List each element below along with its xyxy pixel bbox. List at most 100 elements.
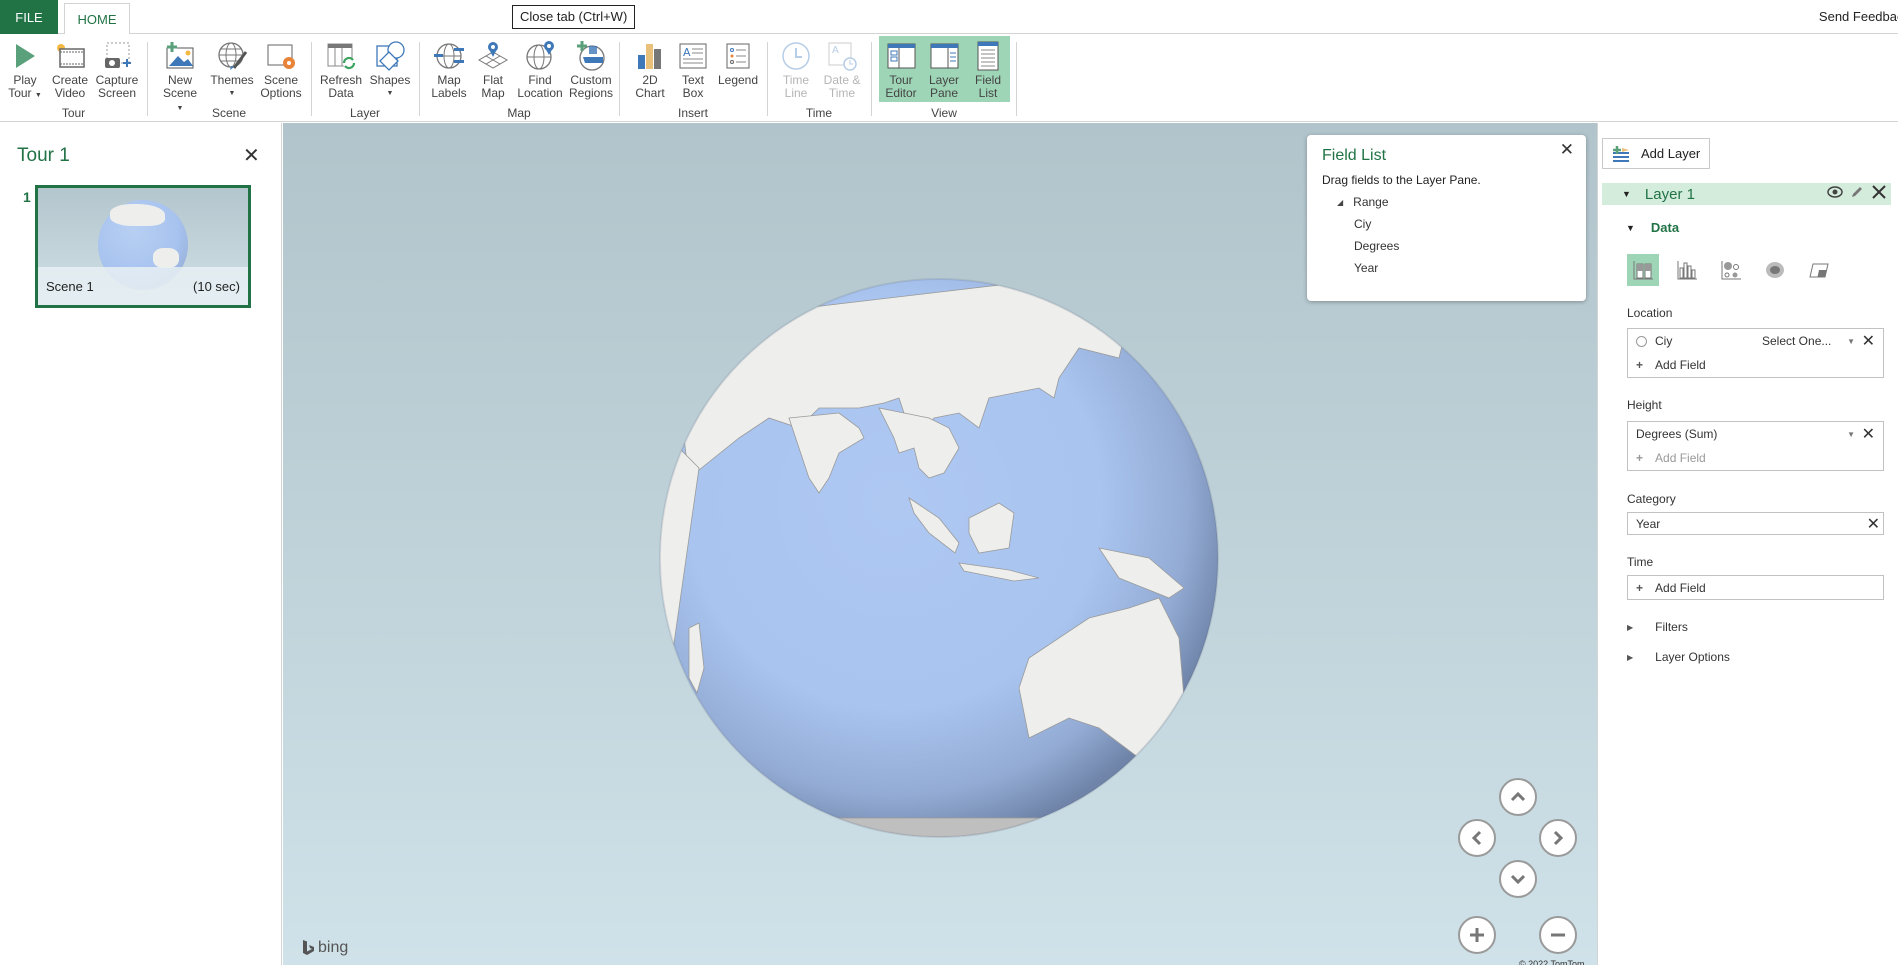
delete-layer-icon[interactable]: [1871, 185, 1887, 202]
find-location-button[interactable]: Find Location: [515, 37, 565, 100]
create-video-button[interactable]: Create Video: [50, 37, 90, 100]
shapes-icon: [373, 39, 407, 73]
button-label: Shapes: [369, 73, 411, 87]
group-label-view: View: [931, 106, 957, 120]
text-box-button[interactable]: A Text Box: [675, 37, 711, 100]
height-field-name: Degrees (Sum): [1636, 427, 1718, 441]
tour-editor-button[interactable]: Tour Editor: [880, 37, 922, 100]
scene-land-preview: [110, 204, 165, 226]
clustered-column-button[interactable]: [1671, 254, 1703, 286]
play-tour-button[interactable]: Play Tour ▼: [5, 37, 45, 102]
add-layer-button[interactable]: Add Layer: [1602, 138, 1710, 169]
collapse-triangle-icon: ▼: [1626, 222, 1635, 233]
antarctica-landmass: [798, 817, 1080, 837]
bubble-button[interactable]: [1715, 254, 1747, 286]
bing-label: bing: [318, 939, 349, 956]
time-line-button[interactable]: Time Line: [776, 37, 816, 100]
new-scene-button[interactable]: New Scene ▼: [158, 37, 202, 115]
group-divider: [1016, 42, 1017, 116]
close-field-list-icon[interactable]: ✕: [1560, 140, 1574, 160]
layer-pane-icon: [927, 39, 961, 73]
location-field-row[interactable]: Ciy Select One... ▼ ✕: [1628, 329, 1883, 353]
button-label: Box: [682, 86, 704, 100]
group-divider: [619, 42, 620, 116]
capture-screen-button[interactable]: Capture Screen: [94, 37, 140, 100]
add-field-row[interactable]: + Add Field: [1628, 576, 1883, 599]
send-feedback-link[interactable]: Send Feedback: [1819, 9, 1898, 24]
dropdown-caret-icon[interactable]: ▼: [1847, 337, 1855, 346]
tour-title: Tour 1: [17, 145, 70, 166]
height-field-row[interactable]: Degrees (Sum) ▼ ✕: [1628, 422, 1883, 446]
pencil-icon[interactable]: [1849, 185, 1865, 202]
refresh-icon: [324, 39, 358, 73]
zoom-in-button[interactable]: [1458, 916, 1496, 954]
scene-thumbnail[interactable]: Scene 1 (10 sec): [35, 185, 251, 308]
date-time-button[interactable]: A Date & Time: [820, 37, 864, 100]
ribbon: Play Tour ▼ Create Video Capture Screen …: [0, 34, 1898, 122]
button-label: List: [978, 86, 998, 100]
category-well[interactable]: Year ✕: [1627, 512, 1884, 535]
pan-right-button[interactable]: [1539, 819, 1577, 857]
bing-attribution: bing: [301, 939, 348, 957]
expand-triangle-icon: ▶: [1627, 652, 1634, 662]
region-button[interactable]: [1803, 254, 1835, 286]
map-labels-button[interactable]: Map Labels: [428, 37, 470, 100]
custom-regions-button[interactable]: Custom Regions: [567, 37, 615, 100]
close-tour-pane-icon[interactable]: ✕: [243, 143, 260, 168]
collapse-triangle-icon[interactable]: ▼: [1622, 189, 1631, 199]
button-label: Options: [260, 86, 302, 100]
scene-name: Scene 1: [46, 278, 94, 294]
category-field-row[interactable]: Year ✕: [1628, 513, 1883, 534]
remove-field-icon[interactable]: ✕: [1862, 331, 1875, 351]
globe[interactable]: [659, 278, 1219, 838]
filters-section[interactable]: ▶ Filters: [1627, 620, 1688, 634]
field-list-icon: [971, 39, 1005, 73]
add-field-row[interactable]: + Add Field: [1628, 353, 1883, 377]
tab-home[interactable]: HOME: [64, 3, 130, 35]
bar-chart-icon: [633, 39, 667, 73]
height-label: Height: [1627, 398, 1662, 412]
dropdown-caret-icon[interactable]: ▼: [1847, 430, 1855, 439]
field-list-table[interactable]: ◢ Range: [1337, 195, 1389, 209]
geography-type-select[interactable]: Select One...: [1762, 334, 1831, 348]
time-well[interactable]: + Add Field: [1627, 575, 1884, 600]
refresh-data-button[interactable]: Refresh Data: [318, 37, 364, 100]
layer-header[interactable]: ▼ Layer 1: [1602, 183, 1891, 205]
chevron-up-icon: [1510, 792, 1526, 802]
shapes-button[interactable]: Shapes ▼: [368, 37, 412, 100]
heat-map-button[interactable]: [1759, 254, 1791, 286]
pan-left-button[interactable]: [1458, 819, 1496, 857]
zoom-out-button[interactable]: [1539, 916, 1577, 954]
scene-options-button[interactable]: Scene Options: [258, 37, 304, 100]
remove-field-icon[interactable]: ✕: [1867, 514, 1880, 534]
2d-chart-button[interactable]: 2D Chart: [630, 37, 670, 100]
plus-icon: +: [1636, 580, 1644, 595]
region-icon: [1809, 263, 1829, 278]
eye-icon[interactable]: [1827, 185, 1843, 202]
pan-down-button[interactable]: [1499, 860, 1537, 898]
field-item[interactable]: Year: [1354, 261, 1378, 275]
legend-button[interactable]: Legend: [716, 37, 760, 87]
layer-pane-button[interactable]: Layer Pane: [924, 37, 964, 100]
button-label: Labels: [431, 86, 467, 100]
add-field-row[interactable]: + Add Field: [1628, 446, 1883, 470]
themes-button[interactable]: Themes ▼: [208, 37, 256, 100]
height-well[interactable]: Degrees (Sum) ▼ ✕ + Add Field: [1627, 421, 1884, 471]
group-divider: [311, 42, 312, 116]
remove-field-icon[interactable]: ✕: [1862, 424, 1875, 444]
minus-icon: [1551, 933, 1565, 937]
flat-map-button[interactable]: Flat Map: [475, 37, 511, 100]
location-well[interactable]: Ciy Select One... ▼ ✕ + Add Field: [1627, 328, 1884, 378]
layer-options-section[interactable]: ▶ Layer Options: [1627, 650, 1730, 664]
data-section-header[interactable]: ▼ Data: [1626, 220, 1679, 235]
field-item[interactable]: Ciy: [1354, 217, 1371, 231]
table-name: Range: [1353, 195, 1389, 209]
radio-button[interactable]: [1636, 335, 1647, 347]
pan-up-button[interactable]: [1499, 778, 1537, 816]
button-label: Chart: [635, 86, 665, 100]
field-list-button[interactable]: Field List: [968, 37, 1008, 100]
field-item[interactable]: Degrees: [1354, 239, 1399, 253]
tab-file[interactable]: FILE: [0, 0, 58, 34]
stacked-column-button[interactable]: [1627, 254, 1659, 286]
add-field-label: Add Field: [1655, 358, 1706, 372]
